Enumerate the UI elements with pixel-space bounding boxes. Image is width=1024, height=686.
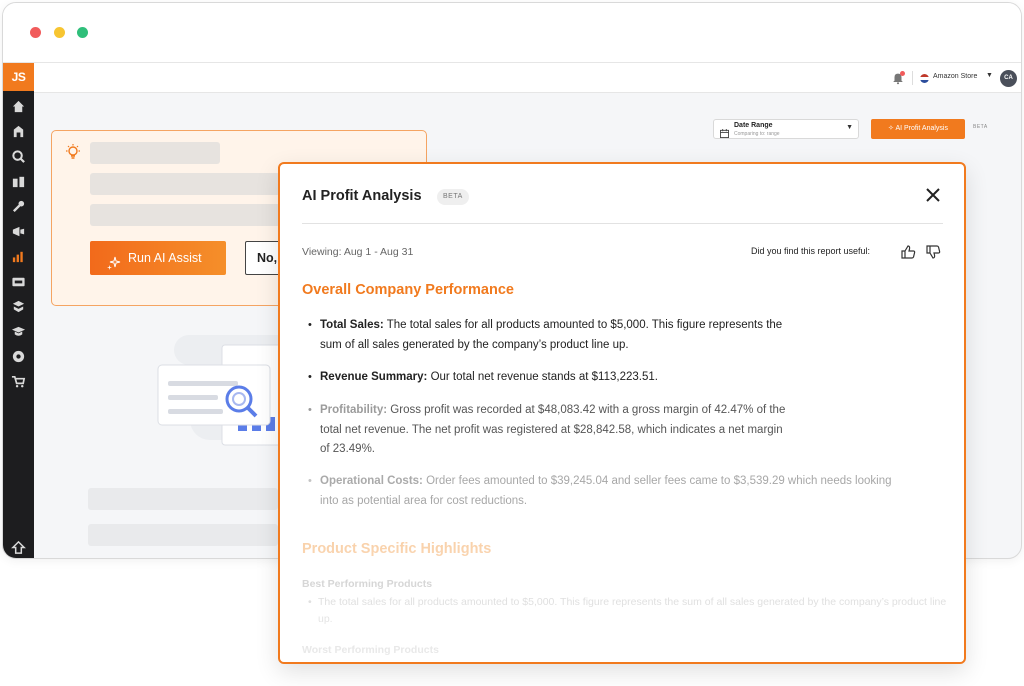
bullet-dot: • (308, 319, 312, 331)
window-titlebar (3, 3, 1021, 63)
best-products-text: The total sales for all products amounte… (318, 596, 947, 625)
viewing-range: Viewing: Aug 1 - Aug 31 (302, 246, 414, 258)
ai-profit-analysis-button[interactable]: ✧ AI Profit Analysis (871, 119, 965, 139)
best-products-title: Best Performing Products (302, 578, 433, 590)
bullet-text: Gross profit was recorded at $48,083.42 … (320, 404, 786, 455)
calendar-icon (720, 125, 729, 138)
products-icon[interactable] (11, 174, 26, 189)
bullet-label: Profitability: (320, 404, 388, 416)
academy-icon[interactable] (11, 324, 26, 339)
close-window-dot[interactable] (30, 27, 41, 38)
chevron-down-icon[interactable]: ▼ (986, 72, 993, 79)
ai-profit-analysis-label: AI Profit Analysis (895, 125, 948, 132)
skeleton-line (90, 173, 280, 195)
date-range-compare: Comparing to: range (734, 131, 780, 137)
bullet-label: Revenue Summary: (320, 371, 428, 383)
skeleton-line (88, 524, 278, 546)
home-icon[interactable] (11, 99, 26, 114)
skeleton-line (88, 488, 278, 510)
empty-state-illustration (140, 305, 300, 465)
skeleton-line (90, 142, 220, 164)
skeleton-line (90, 204, 280, 226)
bullet-label: Operational Costs: (320, 475, 423, 487)
list-item: • Revenue Summary: Our total net revenue… (308, 368, 788, 388)
beta-badge: BETA (437, 189, 469, 205)
feedback-question: Did you find this report useful: (751, 246, 871, 256)
sidebar: JS (3, 63, 34, 558)
run-ai-assist-label: Run AI Assist (128, 251, 202, 265)
avatar[interactable]: CA (1000, 70, 1017, 87)
modal-divider (302, 223, 943, 224)
notification-bell-icon[interactable] (891, 71, 905, 85)
maximize-window-dot[interactable] (77, 27, 88, 38)
megaphone-icon[interactable] (11, 224, 26, 239)
list-item: • Operational Costs: Order fees amounted… (308, 472, 908, 511)
modal-title: AI Profit Analysis (302, 188, 422, 204)
analytics-icon[interactable] (11, 249, 26, 264)
app-logo[interactable]: JS (3, 63, 34, 91)
date-range-label: Date Range (734, 122, 773, 129)
date-range-select[interactable]: Date Range Comparing to: range ▼ (713, 119, 859, 139)
notification-dot (900, 71, 905, 76)
inventory-icon[interactable] (11, 299, 26, 314)
search-icon[interactable] (11, 149, 26, 164)
list-item: • Profitability: Gross profit was record… (308, 401, 788, 460)
minimize-window-dot[interactable] (54, 27, 65, 38)
us-flag-icon (920, 74, 929, 83)
section-title-overall: Overall Company Performance (302, 282, 514, 298)
dashboard-icon[interactable] (11, 124, 26, 139)
topbar-divider (912, 71, 913, 85)
bullet-text: The total sales for all products amounte… (320, 319, 783, 351)
chevron-down-icon: ▼ (846, 124, 853, 131)
bullet-dot: • (308, 404, 312, 416)
bullet-label: Total Sales: (320, 319, 384, 331)
list-item: • The total sales for all products amoun… (308, 594, 948, 628)
ai-profit-analysis-modal: AI Profit Analysis BETA Viewing: Aug 1 -… (278, 162, 966, 664)
top-bar: Amazon Store ▼ CA (34, 63, 1021, 93)
cart-icon[interactable] (11, 374, 26, 389)
extension-icon[interactable] (11, 349, 26, 364)
bullet-dot: • (308, 371, 312, 383)
bullet-text: Our total net revenue stands at $113,223… (427, 371, 658, 383)
beta-badge: BETA (973, 124, 988, 130)
collapse-sidebar-icon[interactable] (11, 540, 26, 555)
worst-products-title: Worst Performing Products (302, 644, 439, 656)
lightbulb-icon (64, 143, 82, 161)
thumbs-up-icon[interactable] (900, 244, 916, 260)
list-item: • Total Sales: The total sales for all p… (308, 316, 788, 355)
bullet-dot: • (308, 475, 312, 487)
section-title-products: Product Specific Highlights (302, 541, 492, 557)
tools-icon[interactable] (11, 199, 26, 214)
run-ai-assist-button[interactable]: Run AI Assist (90, 241, 226, 275)
store-selector[interactable]: Amazon Store (933, 73, 977, 80)
ads-icon[interactable] (11, 274, 26, 289)
close-icon[interactable] (923, 185, 943, 205)
thumbs-down-icon[interactable] (925, 244, 941, 260)
sparkle-icon (106, 250, 122, 270)
bullet-dot: • (308, 596, 312, 608)
